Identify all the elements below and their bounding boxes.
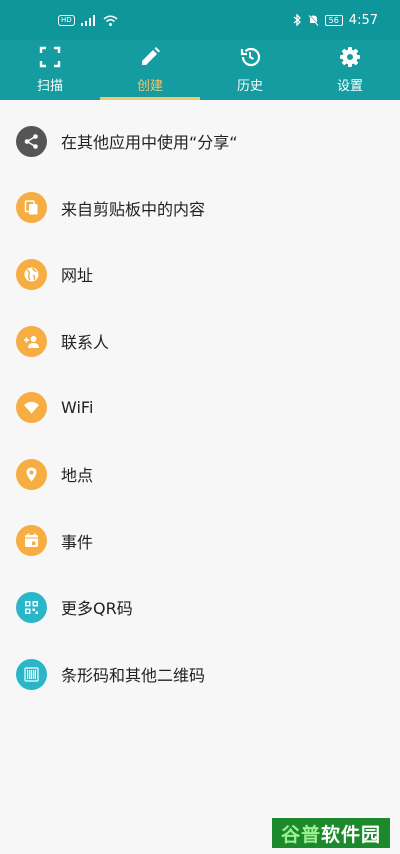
add-contact-icon <box>16 325 47 357</box>
barcode-icon <box>16 658 47 690</box>
tab-settings[interactable]: 设置 <box>300 40 400 100</box>
list-item-url[interactable]: 网址 <box>0 241 400 308</box>
qr-code-icon <box>16 591 47 623</box>
list-item-clipboard[interactable]: 来自剪贴板中的内容 <box>0 175 400 242</box>
list-item-event[interactable]: 事件 <box>0 508 400 575</box>
tab-history[interactable]: 历史 <box>200 40 300 100</box>
bluetooth-icon <box>293 14 302 26</box>
list-item-wifi[interactable]: WiFi <box>0 374 400 441</box>
list-item-label: 事件 <box>61 532 94 552</box>
list-item-more-qr[interactable]: 更多QR码 <box>0 574 400 641</box>
list-item-contact[interactable]: 联系人 <box>0 308 400 375</box>
list-item-label: 网址 <box>61 266 94 286</box>
list-item-barcode[interactable]: 条形码和其他二维码 <box>0 641 400 708</box>
pencil-icon <box>139 46 161 75</box>
clipboard-icon <box>16 192 47 224</box>
tab-scan-label: 扫描 <box>36 79 63 94</box>
hd-badge: HD <box>58 14 75 26</box>
tab-bar: 扫描 创建 历史 设置 <box>0 40 400 100</box>
list-item-label: 地点 <box>61 466 94 486</box>
list-item-label: 来自剪贴板中的内容 <box>61 199 206 219</box>
list-item-label: 更多QR码 <box>61 599 133 619</box>
tab-scan[interactable]: 扫描 <box>0 40 100 100</box>
wifi-icon <box>16 392 47 424</box>
signal-icon <box>80 14 97 26</box>
list-item-label: 联系人 <box>61 333 110 353</box>
tab-history-label: 历史 <box>236 79 263 94</box>
list-item-location[interactable]: 地点 <box>0 441 400 508</box>
list-item-label: WiFi <box>61 398 94 418</box>
status-time: 4:57 <box>348 12 378 28</box>
status-left: HD <box>58 14 118 26</box>
status-bar: HD 56 4:57 <box>0 0 400 40</box>
scan-icon <box>39 46 61 75</box>
mute-icon <box>308 14 319 26</box>
history-icon <box>239 46 261 75</box>
gear-icon <box>339 46 361 75</box>
watermark-logo: 谷普 软件园 <box>272 818 390 848</box>
tab-create[interactable]: 创建 <box>100 40 200 100</box>
create-options-list: 在其他应用中使用“分享“ 来自剪贴板中的内容 网址 联系人 WiFi 地点 事件… <box>0 108 400 707</box>
watermark-left: 谷普 <box>280 823 321 846</box>
status-right: 56 4:57 <box>293 13 378 28</box>
calendar-icon <box>16 525 47 557</box>
wifi-status-icon <box>103 15 118 26</box>
share-icon <box>16 125 47 157</box>
location-pin-icon <box>16 458 47 490</box>
tab-settings-label: 设置 <box>336 79 363 94</box>
watermark-right: 软件园 <box>321 823 382 846</box>
battery-icon: 56 <box>324 14 343 26</box>
list-item-label: 条形码和其他二维码 <box>61 666 206 686</box>
tab-create-label: 创建 <box>136 79 163 94</box>
list-item-label: 在其他应用中使用“分享“ <box>61 133 238 153</box>
list-item-share[interactable]: 在其他应用中使用“分享“ <box>0 108 400 175</box>
globe-icon <box>16 258 47 290</box>
